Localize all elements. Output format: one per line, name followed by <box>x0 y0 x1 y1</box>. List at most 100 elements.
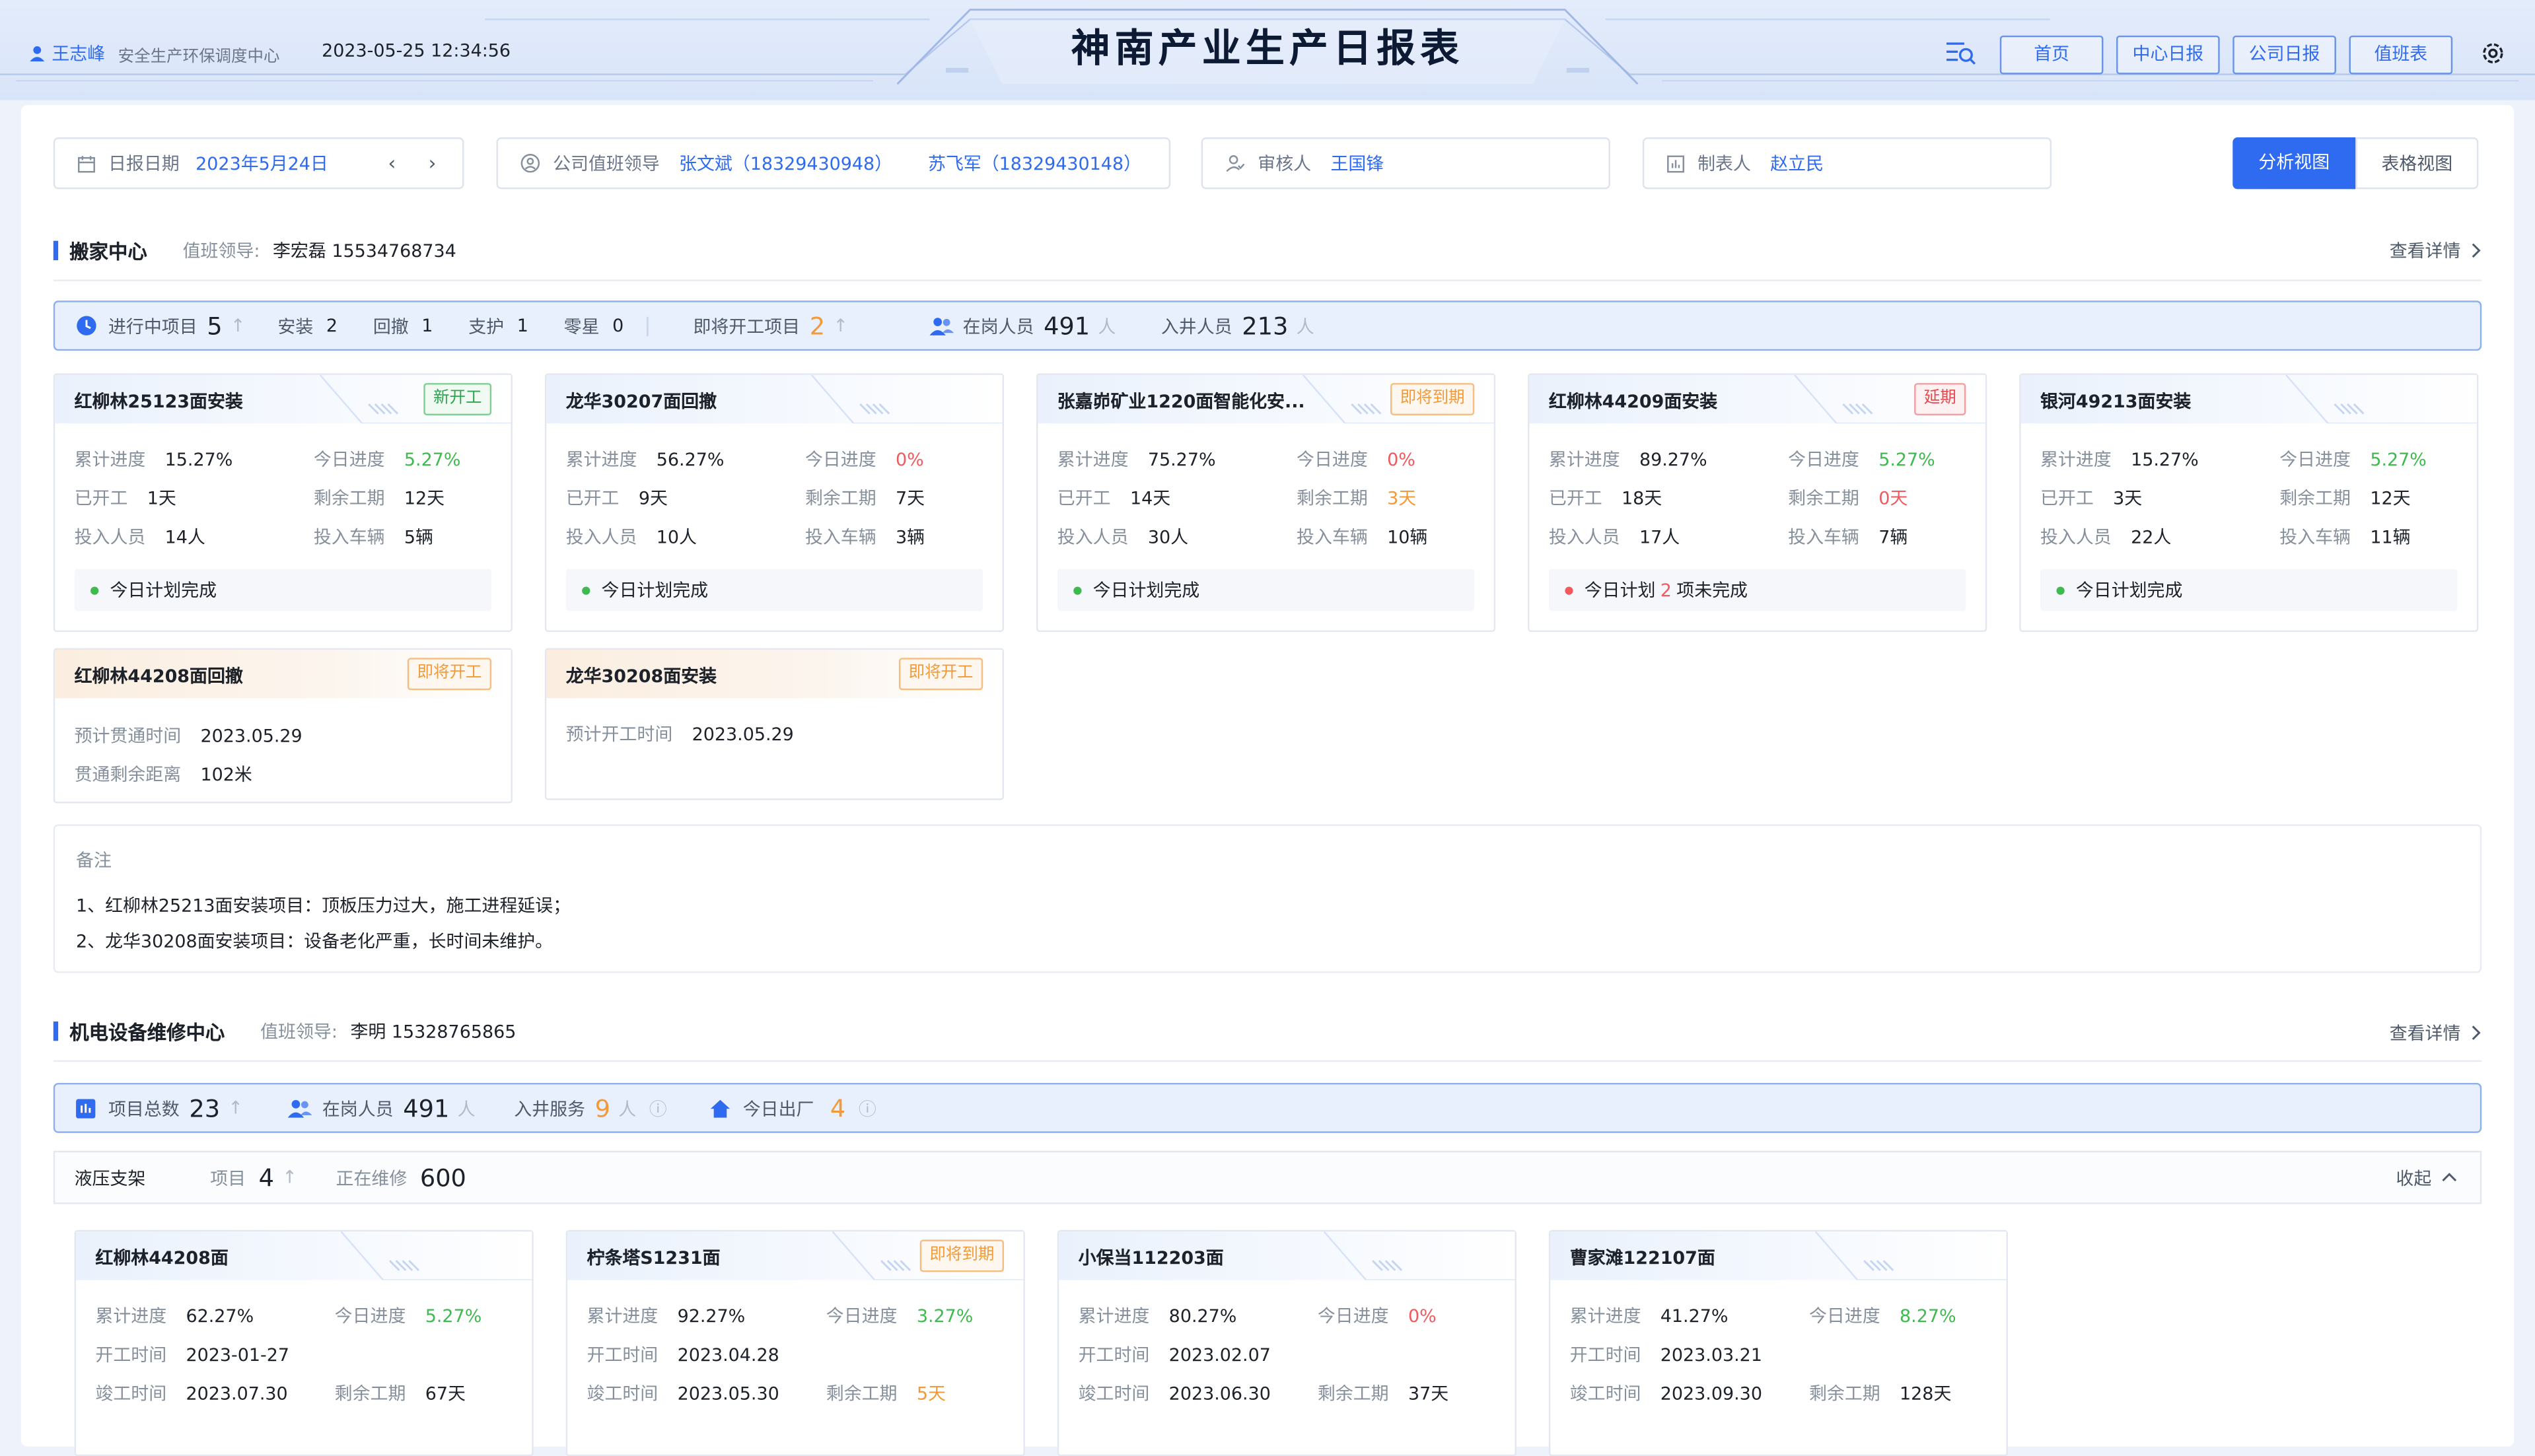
project-card[interactable]: 红柳林44209面安装 延期 累计进度 89.27% 今日进度 5.27% 已开工 18天 剩余… <box>1528 373 1987 633</box>
field-value: 2023.02.07 <box>1168 1344 1271 1366</box>
project-card[interactable]: 红柳林25123面安装 新开工 累计进度 15.27% 今日进度 5.27% 已开工 1天 剩余… <box>53 373 513 633</box>
field-label: 投入人员 <box>1057 526 1129 548</box>
field-value: 10辆 <box>1387 526 1428 548</box>
plan-status: 今日计划 2 项未完成 <box>1548 569 1966 611</box>
field-value: 5辆 <box>404 526 433 548</box>
support-count: 1 <box>517 315 528 337</box>
field-label: 剩余工期 <box>1297 488 1368 510</box>
field-value: 0% <box>896 449 924 471</box>
field-label: 今日进度 <box>1808 1305 1880 1327</box>
field-value: 5.27% <box>1878 449 1935 471</box>
field-label: 累计进度 <box>587 1305 659 1327</box>
total-count: 23 <box>189 1093 221 1123</box>
misc-count: 0 <box>612 315 624 337</box>
note-item: 1、红柳林25213面安装项目：顶板压力过大，施工进程延误； <box>76 895 571 917</box>
card-title: 小保当112203面 <box>1078 1247 1224 1269</box>
field-label: 投入人员 <box>565 526 637 548</box>
plan-status: 今日计划完成 <box>2040 569 2458 611</box>
repair-card[interactable]: 小保当112203面 累计进度 80.27% 今日进度 0% 开工时间 2023.02.07… <box>1057 1230 1517 1456</box>
field-label: 预计开工时间 <box>565 724 673 745</box>
info-icon[interactable]: ⓘ <box>649 1095 667 1121</box>
analysis-view-button[interactable]: 分析视图 <box>2232 137 2356 190</box>
field-label: 剩余工期 <box>2279 488 2351 510</box>
collapse-label: 收起 <box>2396 1167 2432 1189</box>
field-value: 5天 <box>916 1383 946 1405</box>
field-value: 1天 <box>147 488 176 510</box>
staff-count: 491 <box>403 1093 450 1123</box>
card-header-decoration <box>810 374 1003 424</box>
field-value: 30人 <box>1147 526 1189 548</box>
leader-filter[interactable]: 公司值班领导 张文斌（18329430948） 苏飞军（18329430148） <box>496 137 1171 190</box>
field-value: 128天 <box>1900 1383 1952 1405</box>
reviewer-filter[interactable]: 审核人 王国锋 <box>1201 137 1610 190</box>
date-filter[interactable]: 日报日期 2023年5月24日 ‹ › <box>53 137 464 190</box>
field-label: 剩余工期 <box>334 1383 406 1405</box>
repair-card[interactable]: 红柳林44208面 累计进度 62.27% 今日进度 5.27% 开工时间 2023-01-… <box>74 1230 534 1456</box>
hydraulic-support-bar: 液压支架 项目 4 ↑ 正在维修 600 收起 <box>53 1150 2482 1204</box>
status-dot <box>90 586 99 594</box>
nav-company-daily[interactable]: 公司日报 <box>2232 35 2336 75</box>
next-day-icon[interactable]: › <box>429 152 437 174</box>
card-title: 龙华30207面回撤 <box>565 391 717 413</box>
field-label: 竣工时间 <box>587 1383 659 1405</box>
section1-detail-link[interactable]: 查看详情 <box>2390 238 2482 263</box>
field-value: 0% <box>1387 449 1415 471</box>
section2-detail-link[interactable]: 查看详情 <box>2390 1020 2482 1045</box>
chevron-right-icon <box>2472 1025 2481 1040</box>
prev-day-icon[interactable]: ‹ <box>388 152 396 174</box>
card-title: 柠条塔S1231面 <box>587 1247 721 1269</box>
card-title: 龙华30208面安装 <box>565 666 717 687</box>
project-card[interactable]: 张嘉峁矿业1220面智能化安... 即将到期 累计进度 75.27% 今日进度 0% 已开工… <box>1036 373 1496 633</box>
project-card[interactable]: 银河49213面安装 累计进度 15.27% 今日进度 5.27% 已开工 3天 剩余工期 12… <box>2019 373 2479 633</box>
field-label: 投入车辆 <box>2279 526 2351 548</box>
card-title: 银河49213面安装 <box>2040 391 2192 413</box>
field-value: 2023.07.30 <box>186 1383 288 1405</box>
field-value: 0天 <box>1878 488 1908 510</box>
sub-proj-count: 4 <box>258 1163 274 1193</box>
field-label: 开工时间 <box>1078 1344 1150 1366</box>
project-card[interactable]: 龙华30207面回撤 累计进度 56.27% 今日进度 0% 已开工 9天 剩余工期 7天 投入人… <box>544 373 1005 633</box>
field-label: 今日进度 <box>826 1305 898 1327</box>
field-value: 9天 <box>638 488 668 510</box>
soon-label: 即将开工项目 <box>693 316 801 337</box>
status-badge: 延期 <box>1914 383 1966 416</box>
field-value: 2023.05.29 <box>692 724 794 745</box>
info-icon[interactable]: ⓘ <box>859 1095 876 1121</box>
field-value: 2023.05.30 <box>677 1383 779 1405</box>
note-item: 2、龙华30208面安装项目：设备老化严重，长时间未维护。 <box>76 930 553 952</box>
repair-card[interactable]: 柠条塔S1231面 即将到期 累计进度 92.27% 今日进度 3.27% 开工时间 2023… <box>565 1230 1025 1456</box>
settings-icon[interactable] <box>2480 40 2506 66</box>
clock-icon <box>77 316 96 335</box>
repair-card[interactable]: 曹家滩122107面 累计进度 41.27% 今日进度 8.27% 开工时间 2023.03… <box>1548 1230 2009 1456</box>
collapse-button[interactable]: 收起 <box>2396 1165 2457 1191</box>
status-dot <box>1073 586 1082 594</box>
total-label: 项目总数 <box>108 1098 180 1120</box>
status-badge: 即将到期 <box>1390 383 1475 416</box>
field-label: 已开工 <box>2040 488 2094 510</box>
nav-home[interactable]: 首页 <box>1999 35 2104 75</box>
upcoming-card[interactable]: 龙华30208面安装 即将开工 预计开工时间 2023.05.29 <box>544 648 1005 800</box>
nav-duty-table[interactable]: 值班表 <box>2349 35 2453 75</box>
search-list-icon[interactable] <box>1945 39 1978 65</box>
upcoming-card[interactable]: 红柳林44208面回撤 即将开工 预计贯通时间 2023.05.29 贯通剩余距离… <box>53 648 513 804</box>
field-label: 今日进度 <box>1788 449 1859 471</box>
plan-status: 今日计划完成 <box>1057 569 1475 611</box>
nav-center-daily[interactable]: 中心日报 <box>2116 35 2220 75</box>
field-label: 剩余工期 <box>804 488 876 510</box>
field-value: 3天 <box>1387 488 1417 510</box>
field-label: 已开工 <box>565 488 620 510</box>
field-value: 102米 <box>200 764 252 786</box>
section1-title: 搬家中心 <box>69 240 147 263</box>
maker-filter[interactable]: 制表人 赵立民 <box>1642 137 2052 190</box>
withdraw-label: 回撤 <box>373 316 409 337</box>
chart-icon <box>1667 155 1685 172</box>
ongoing-count: 5 <box>207 311 223 341</box>
sub-title: 液压支架 <box>74 1167 146 1189</box>
table-view-button[interactable]: 表格视图 <box>2355 137 2479 190</box>
field-label: 累计进度 <box>1078 1305 1150 1327</box>
well-count: 213 <box>1242 311 1289 341</box>
field-label: 累计进度 <box>2040 449 2112 471</box>
well-unit: 人 <box>1296 316 1314 337</box>
install-label: 安装 <box>277 316 314 337</box>
field-value: 14人 <box>164 526 205 548</box>
